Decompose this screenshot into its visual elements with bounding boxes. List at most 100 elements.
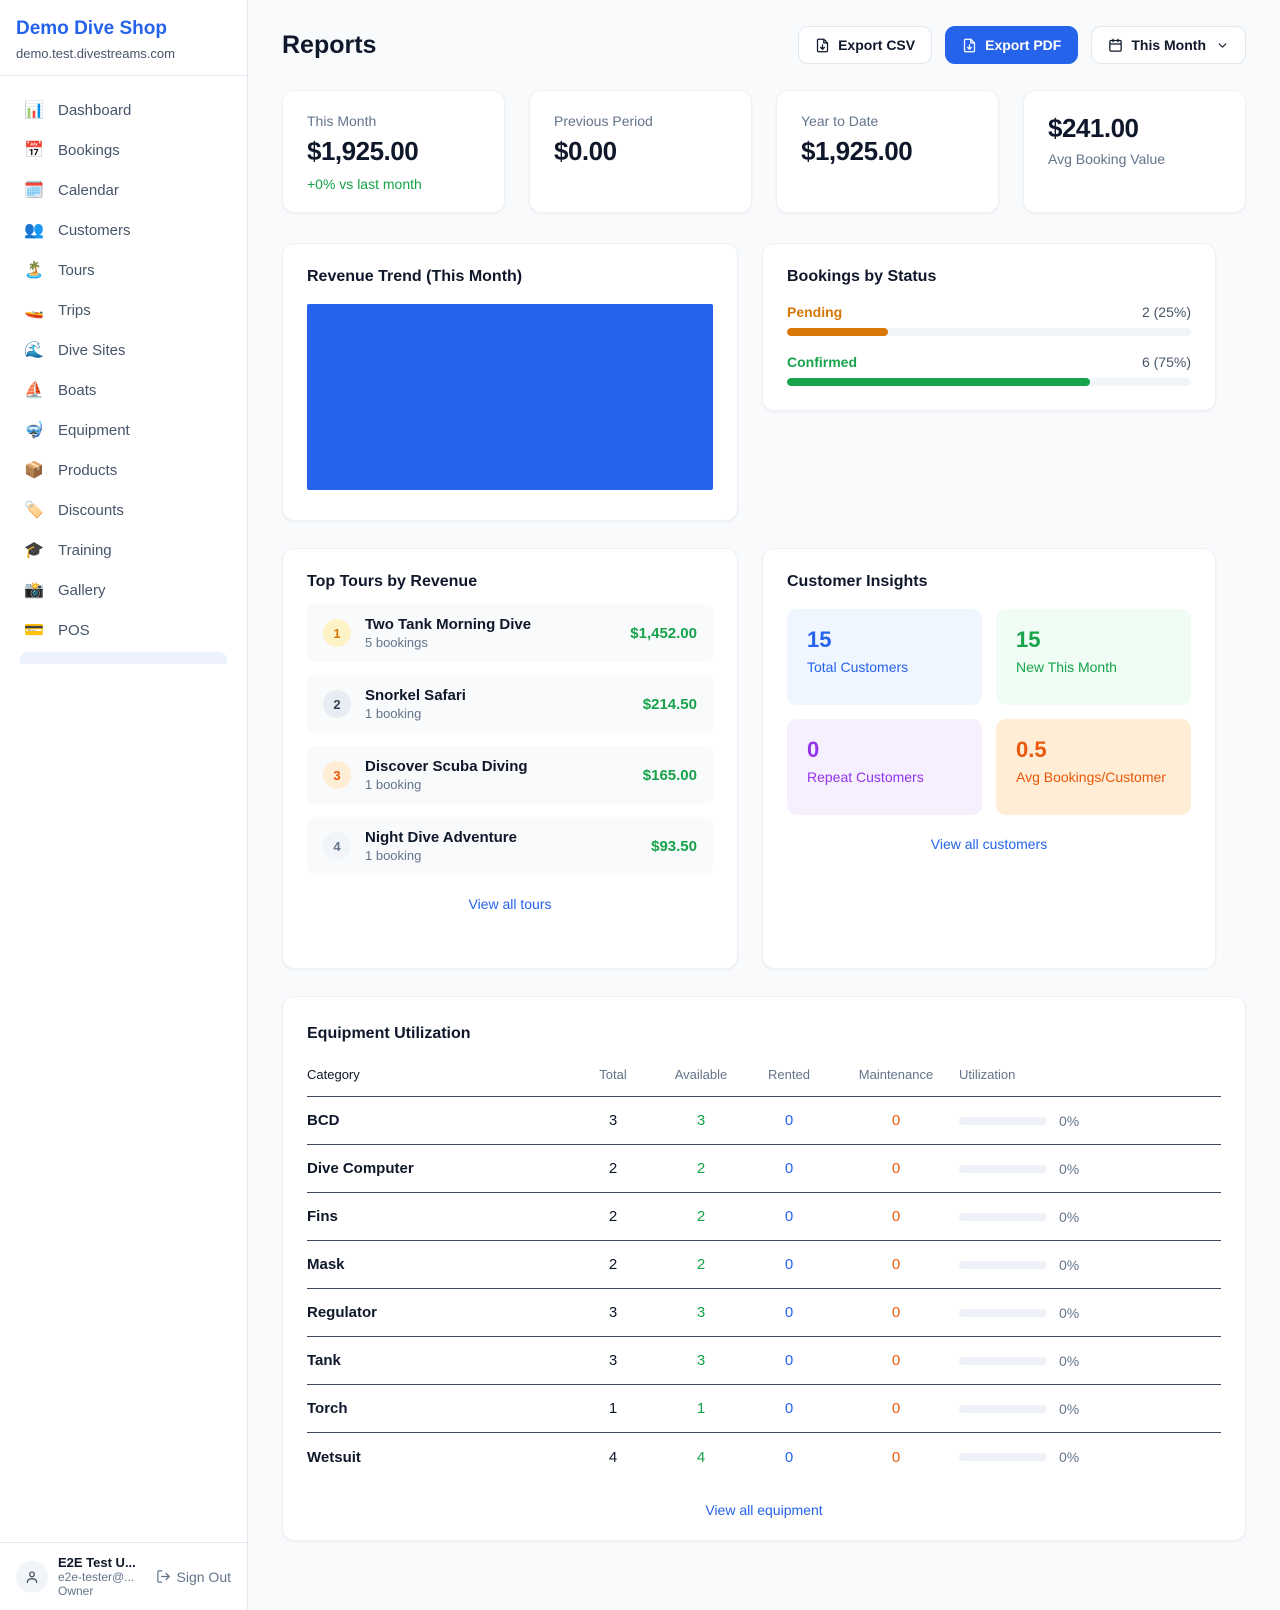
insight-label: Repeat Customers: [807, 769, 962, 785]
table-row: BCD 3 3 0 0 0%: [307, 1097, 1221, 1145]
insight-value: 0: [807, 737, 962, 763]
sidebar-item-bookings[interactable]: 📅Bookings: [12, 130, 235, 170]
cell-total: 3: [569, 1352, 657, 1369]
cell-total: 4: [569, 1449, 657, 1466]
training-icon: 🎓: [24, 540, 44, 560]
equipment-table: Category Total Available Rented Maintena…: [307, 1059, 1221, 1481]
sidebar: Demo Dive Shop demo.test.divestreams.com…: [0, 0, 248, 1610]
sidebar-item-customers[interactable]: 👥 Customers: [12, 210, 235, 250]
cell-rented: 0: [745, 1304, 833, 1321]
insight-tile-new-this-month: 15 New This Month: [996, 609, 1191, 705]
revenue-trend-bar: [307, 304, 713, 490]
view-all-equipment-link[interactable]: View all equipment: [307, 1502, 1221, 1518]
view-all-customers-link[interactable]: View all customers: [787, 836, 1191, 852]
insight-label: Avg Bookings/Customer: [1016, 769, 1171, 785]
sign-out-button[interactable]: Sign Out: [156, 1569, 231, 1585]
insight-tile-total-customers: 15 Total Customers: [787, 609, 982, 705]
table-row: Fins 2 2 0 0 0%: [307, 1193, 1221, 1241]
table-row: Wetsuit 4 4 0 0 0%: [307, 1433, 1221, 1481]
cell-available: 4: [657, 1449, 745, 1466]
export-csv-button[interactable]: Export CSV: [798, 26, 932, 64]
column-header-rented: Rented: [745, 1067, 833, 1082]
boats-icon: ⛵: [24, 380, 44, 400]
cell-utilization: 0%: [959, 1353, 1221, 1369]
tours-icon: 🏝️: [24, 260, 44, 280]
table-header-row: Category Total Available Rented Maintena…: [307, 1059, 1221, 1097]
period-dropdown[interactable]: This Month: [1091, 26, 1246, 64]
cell-category: BCD: [307, 1112, 569, 1129]
table-row: Tank 3 3 0 0 0%: [307, 1337, 1221, 1385]
export-pdf-button[interactable]: Export PDF: [945, 26, 1078, 64]
sidebar-item-tours[interactable]: 🏝️Tours: [12, 250, 235, 290]
cell-total: 2: [569, 1208, 657, 1225]
sidebar-item-label: Dive Sites: [58, 342, 126, 359]
cell-rented: 0: [745, 1256, 833, 1273]
insight-label: New This Month: [1016, 659, 1171, 675]
stat-card-previous-period: Previous Period $0.00: [529, 90, 752, 213]
sidebar-header: Demo Dive Shop demo.test.divestreams.com: [0, 0, 247, 76]
column-header-category: Category: [307, 1067, 569, 1082]
tour-name: Snorkel Safari: [365, 687, 629, 704]
customers-icon: 👥: [24, 220, 44, 240]
tour-row[interactable]: 3 Discover Scuba Diving1 booking $165.00: [307, 746, 713, 804]
status-row-confirmed: Confirmed 6 (75%): [787, 354, 1191, 386]
sidebar-item-training[interactable]: 🎓 Training: [12, 530, 235, 570]
cell-maintenance: 0: [833, 1304, 959, 1321]
sidebar-item-label: Calendar: [58, 182, 119, 199]
sidebar-item-calendar[interactable]: 🗓️Calendar: [12, 170, 235, 210]
tour-row[interactable]: 1 Two Tank Morning Dive5 bookings $1,452…: [307, 604, 713, 662]
insight-tile-repeat-customers: 0 Repeat Customers: [787, 719, 982, 815]
cell-rented: 0: [745, 1112, 833, 1129]
cell-category: Fins: [307, 1208, 569, 1225]
utilization-track: [959, 1309, 1047, 1317]
progress-fill: [787, 328, 888, 336]
insight-label: Total Customers: [807, 659, 962, 675]
stat-card-avg-booking-value: $241.00 Avg Booking Value: [1023, 90, 1246, 213]
sidebar-item-label: Customers: [58, 222, 131, 239]
sidebar-item-pos[interactable]: 💳POS: [12, 610, 235, 650]
cell-total: 2: [569, 1160, 657, 1177]
tour-revenue: $1,452.00: [630, 625, 697, 642]
cell-utilization: 0%: [959, 1209, 1221, 1225]
utilization-percent: 0%: [1059, 1113, 1079, 1129]
file-download-icon: [815, 38, 830, 53]
user-role: Owner: [58, 1584, 146, 1598]
sidebar-item-gallery[interactable]: 📸Gallery: [12, 570, 235, 610]
sidebar-item-dive-sites[interactable]: 🌊Dive Sites: [12, 330, 235, 370]
customer-insights-title: Customer Insights: [787, 573, 1191, 591]
insight-value: 15: [1016, 627, 1171, 653]
sidebar-item-reports-partial[interactable]: [20, 652, 227, 664]
cell-utilization: 0%: [959, 1305, 1221, 1321]
sidebar-item-discounts[interactable]: 🏷️Discounts: [12, 490, 235, 530]
tour-name: Discover Scuba Diving: [365, 758, 629, 775]
sidebar-item-label: Training: [58, 542, 112, 559]
sidebar-item-boats[interactable]: ⛵Boats: [12, 370, 235, 410]
stat-value: $0.00: [554, 136, 727, 167]
cell-category: Dive Computer: [307, 1160, 569, 1177]
cell-total: 3: [569, 1304, 657, 1321]
table-row: Regulator 3 3 0 0 0%: [307, 1289, 1221, 1337]
utilization-track: [959, 1165, 1047, 1173]
status-label: Confirmed: [787, 354, 857, 370]
utilization-track: [959, 1405, 1047, 1413]
column-header-maintenance: Maintenance: [833, 1067, 959, 1082]
dashboard-icon: 📊: [24, 100, 44, 120]
tour-row[interactable]: 2 Snorkel Safari1 booking $214.50: [307, 675, 713, 733]
sidebar-item-products[interactable]: 📦Products: [12, 450, 235, 490]
view-all-tours-link[interactable]: View all tours: [307, 896, 713, 912]
tour-row[interactable]: 4 Night Dive Adventure1 booking $93.50: [307, 817, 713, 875]
main-content: Reports Export CSV Export PDF This Month…: [248, 0, 1280, 1610]
sign-out-label: Sign Out: [177, 1569, 231, 1585]
utilization-track: [959, 1261, 1047, 1269]
sidebar-item-trips[interactable]: 🚤Trips: [12, 290, 235, 330]
utilization-percent: 0%: [1059, 1161, 1079, 1177]
tour-bookings: 1 booking: [365, 706, 629, 721]
cell-rented: 0: [745, 1208, 833, 1225]
sidebar-item-equipment[interactable]: 🤿Equipment: [12, 410, 235, 450]
sidebar-item-dashboard[interactable]: 📊Dashboard: [12, 90, 235, 130]
cell-available: 1: [657, 1400, 745, 1417]
sidebar-item-label: POS: [58, 622, 90, 639]
cell-total: 1: [569, 1400, 657, 1417]
cell-available: 2: [657, 1208, 745, 1225]
sidebar-item-label: Products: [58, 462, 117, 479]
